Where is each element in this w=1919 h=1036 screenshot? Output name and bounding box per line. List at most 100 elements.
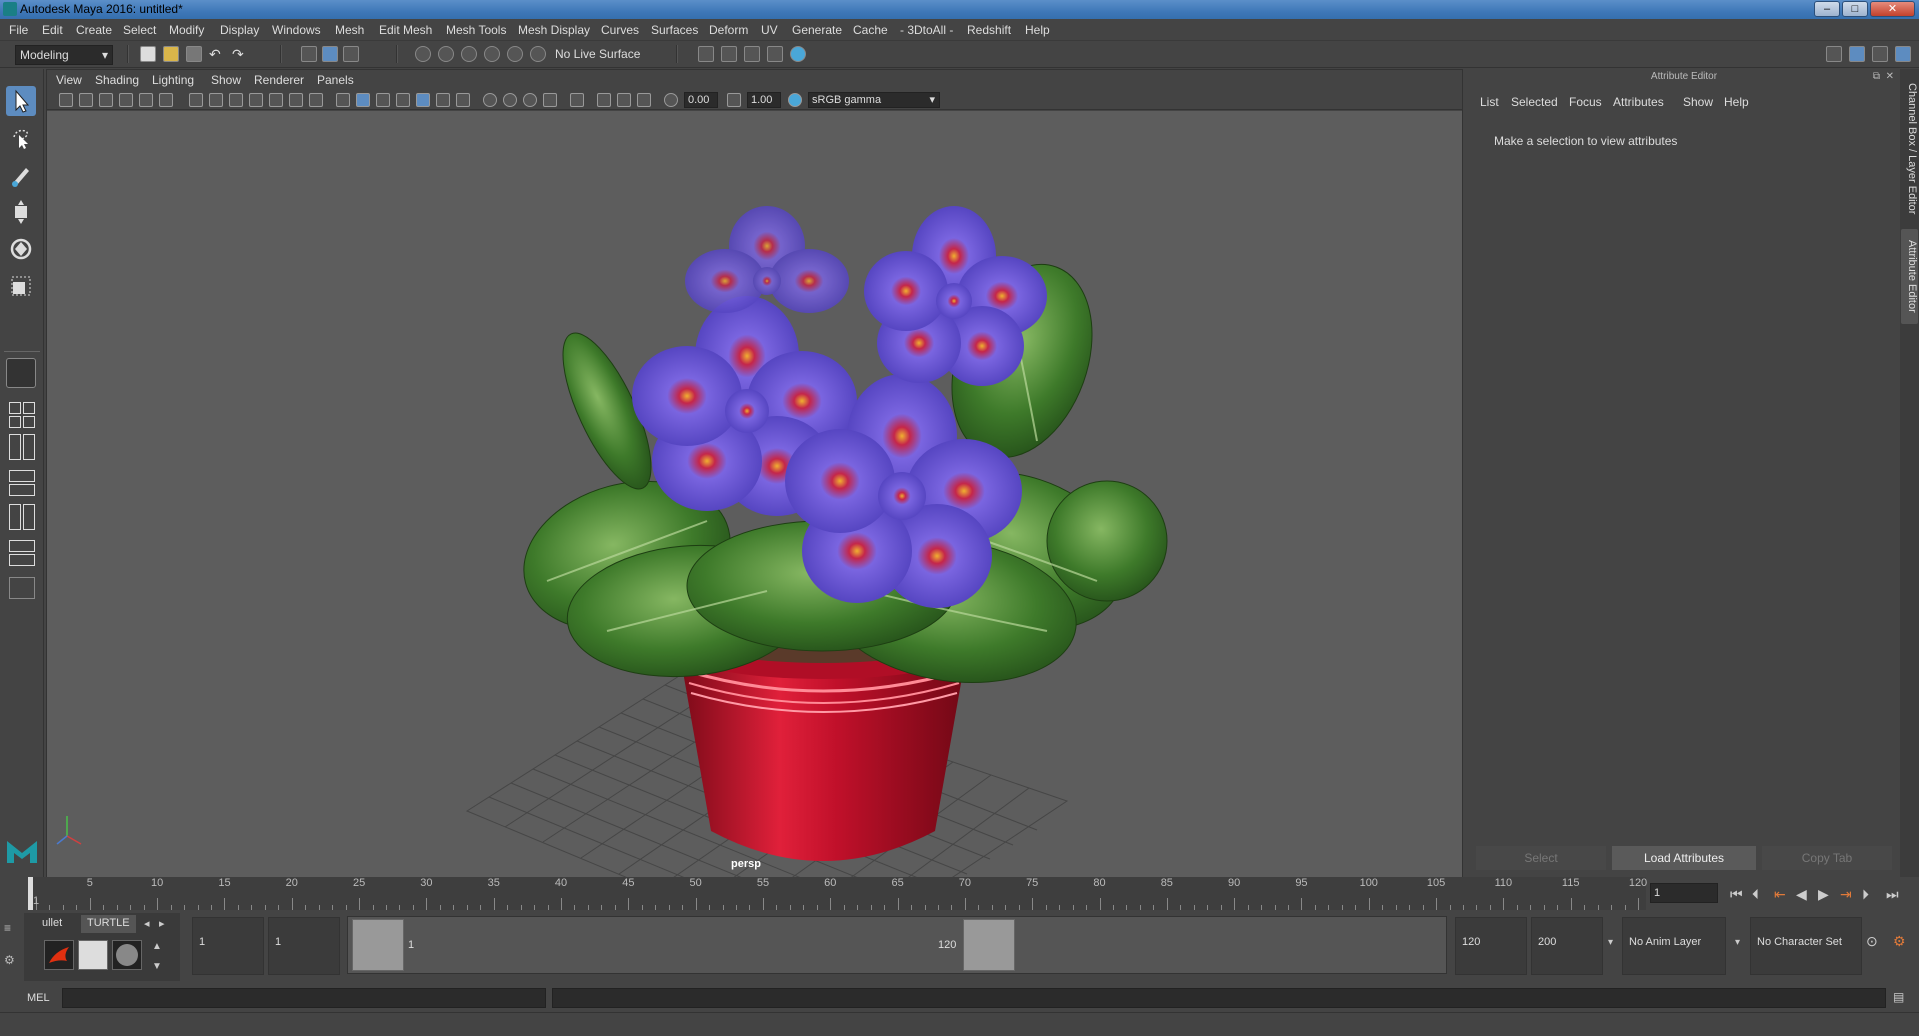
viewport-menu-lighting[interactable]: Lighting	[152, 73, 194, 87]
time-slider[interactable]: 1 5 10 15 20 25 30 35 40 45 50 55 60 65 70 75 80 85 90 95 10…	[0, 877, 1919, 910]
copy-tab-button[interactable]: Copy Tab	[1762, 846, 1892, 870]
menu-mesh-tools[interactable]: Mesh Tools	[446, 23, 506, 37]
command-language-label[interactable]: MEL	[27, 992, 50, 1004]
select-button[interactable]: Select	[1476, 846, 1606, 870]
menu-cache[interactable]: Cache	[853, 23, 888, 37]
snap-to-vertex-icon[interactable]	[530, 46, 546, 62]
viewport-menu-view[interactable]: View	[56, 73, 82, 87]
color-management-icon[interactable]	[788, 93, 802, 107]
step-forward-icon[interactable]: ⏵	[1862, 886, 1869, 903]
persp-graph-layout-icon[interactable]	[9, 470, 35, 482]
render-settings-icon[interactable]	[744, 46, 760, 62]
close-icon[interactable]: ✕	[1886, 71, 1894, 82]
shelf-down-icon[interactable]: ▼	[152, 961, 162, 972]
select-by-component-icon[interactable]	[343, 46, 359, 62]
depth-of-field-icon[interactable]	[543, 93, 557, 107]
wireframe-on-shaded-icon[interactable]	[376, 93, 390, 107]
range-slider[interactable]: 1 120	[347, 916, 1447, 974]
image-plane-icon[interactable]	[119, 93, 133, 107]
film-gate-icon[interactable]	[209, 93, 223, 107]
outliner-toggle-icon[interactable]	[1872, 46, 1888, 62]
auto-key-icon[interactable]: ⊙	[1866, 933, 1878, 950]
shelf-item-fire-icon[interactable]	[44, 940, 74, 970]
modeling-toolkit-icon[interactable]	[1849, 46, 1865, 62]
four-view-layout-icon[interactable]	[9, 402, 21, 414]
open-scene-icon[interactable]	[163, 46, 179, 62]
script-editor-icon[interactable]: ▤	[1893, 990, 1904, 1004]
gear-icon[interactable]: ⚙	[4, 953, 15, 967]
viewport-menu-shading[interactable]: Shading	[95, 73, 139, 87]
persp-outliner-layout-icon[interactable]	[9, 434, 21, 460]
render-view-icon[interactable]	[790, 46, 806, 62]
command-input[interactable]	[62, 988, 546, 1008]
new-scene-icon[interactable]	[140, 46, 156, 62]
shelf-up-icon[interactable]: ▲	[152, 941, 162, 952]
menu-generate[interactable]: Generate	[792, 23, 842, 37]
shadows-icon[interactable]	[456, 93, 470, 107]
four-view-layout-icon[interactable]	[9, 416, 21, 428]
viewport-menu-show[interactable]: Show	[211, 73, 241, 87]
playback-start-field[interactable]: 1	[268, 917, 340, 975]
character-set-dropdown[interactable]: No Character Set	[1750, 917, 1862, 975]
anim-preferences-icon[interactable]: ⚙	[1893, 933, 1906, 950]
viewport-menu-panels[interactable]: Panels	[317, 73, 354, 87]
mode-selector[interactable]: Modeling ▾	[15, 45, 113, 65]
smooth-shade-icon[interactable]	[356, 93, 370, 107]
menu-edit[interactable]: Edit	[42, 23, 63, 37]
exposure-field[interactable]: 0.00	[684, 92, 718, 108]
menu-create[interactable]: Create	[76, 23, 112, 37]
select-tool[interactable]	[6, 86, 36, 116]
attr-menu-list[interactable]: List	[1480, 95, 1499, 109]
menu-3dtoall[interactable]: - 3DtoAll -	[900, 23, 953, 37]
four-view-layout-icon[interactable]	[23, 416, 35, 428]
attr-menu-show[interactable]: Show	[1683, 95, 1713, 109]
select-by-object-icon[interactable]	[322, 46, 338, 62]
gamma-field[interactable]: 1.00	[747, 92, 781, 108]
move-tool[interactable]	[6, 197, 36, 227]
gate-mask-icon[interactable]	[249, 93, 263, 107]
save-scene-icon[interactable]	[186, 46, 202, 62]
menu-surfaces[interactable]: Surfaces	[651, 23, 698, 37]
scene-end-field[interactable]: 200	[1531, 917, 1603, 975]
attr-menu-help[interactable]: Help	[1724, 95, 1749, 109]
float-panel-icon[interactable]: ⧉	[1873, 71, 1880, 82]
channel-box-tab[interactable]: Channel Box / Layer Editor	[1901, 79, 1918, 219]
hypershade-layout-icon[interactable]	[9, 504, 21, 530]
four-view-layout-icon[interactable]	[23, 402, 35, 414]
safe-action-icon[interactable]	[289, 93, 303, 107]
resolution-gate-icon[interactable]	[229, 93, 243, 107]
scene-start-field[interactable]: 1	[192, 917, 264, 975]
play-backwards-icon[interactable]: ◀	[1796, 886, 1807, 903]
uv-editor-layout-icon[interactable]	[9, 554, 35, 566]
shelf-scroll-left-icon[interactable]: ◂	[144, 917, 150, 930]
field-chart-icon[interactable]	[269, 93, 283, 107]
menu-deform[interactable]: Deform	[709, 23, 748, 37]
paint-select-tool[interactable]	[6, 160, 36, 190]
backface-culling-icon[interactable]	[637, 93, 651, 107]
range-slider-end-handle[interactable]	[963, 919, 1015, 971]
menu-select[interactable]: Select	[123, 23, 156, 37]
snap-to-view-plane-icon[interactable]	[484, 46, 500, 62]
menu-modify[interactable]: Modify	[169, 23, 204, 37]
ambient-occlusion-icon[interactable]	[483, 93, 497, 107]
select-by-hierarchy-icon[interactable]	[301, 46, 317, 62]
menu-edit-mesh[interactable]: Edit Mesh	[379, 23, 432, 37]
minimize-button[interactable]: –	[1814, 1, 1840, 17]
menu-file[interactable]: File	[9, 23, 28, 37]
range-slider-start-handle[interactable]	[352, 919, 404, 971]
shelf-item-sphere-icon[interactable]	[112, 940, 142, 970]
wireframe-icon[interactable]	[336, 93, 350, 107]
xray-icon[interactable]	[396, 93, 410, 107]
persp-outliner-layout-icon[interactable]	[23, 434, 35, 460]
attribute-editor-tab[interactable]: Attribute Editor	[1901, 229, 1918, 324]
single-perspective-layout-icon[interactable]	[6, 358, 36, 388]
go-to-end-icon[interactable]: ⏭	[1886, 886, 1899, 903]
live-surface-field[interactable]: No Live Surface	[551, 45, 643, 65]
workspace-icon[interactable]	[1826, 46, 1842, 62]
isolate-select-icon[interactable]	[570, 93, 584, 107]
safe-title-icon[interactable]	[309, 93, 323, 107]
close-button[interactable]: ✕	[1870, 1, 1915, 17]
shelf-tab-turtle[interactable]: TURTLE	[81, 915, 136, 933]
collapse-icon[interactable]	[9, 577, 35, 599]
playback-end-field[interactable]: 120	[1455, 917, 1527, 975]
